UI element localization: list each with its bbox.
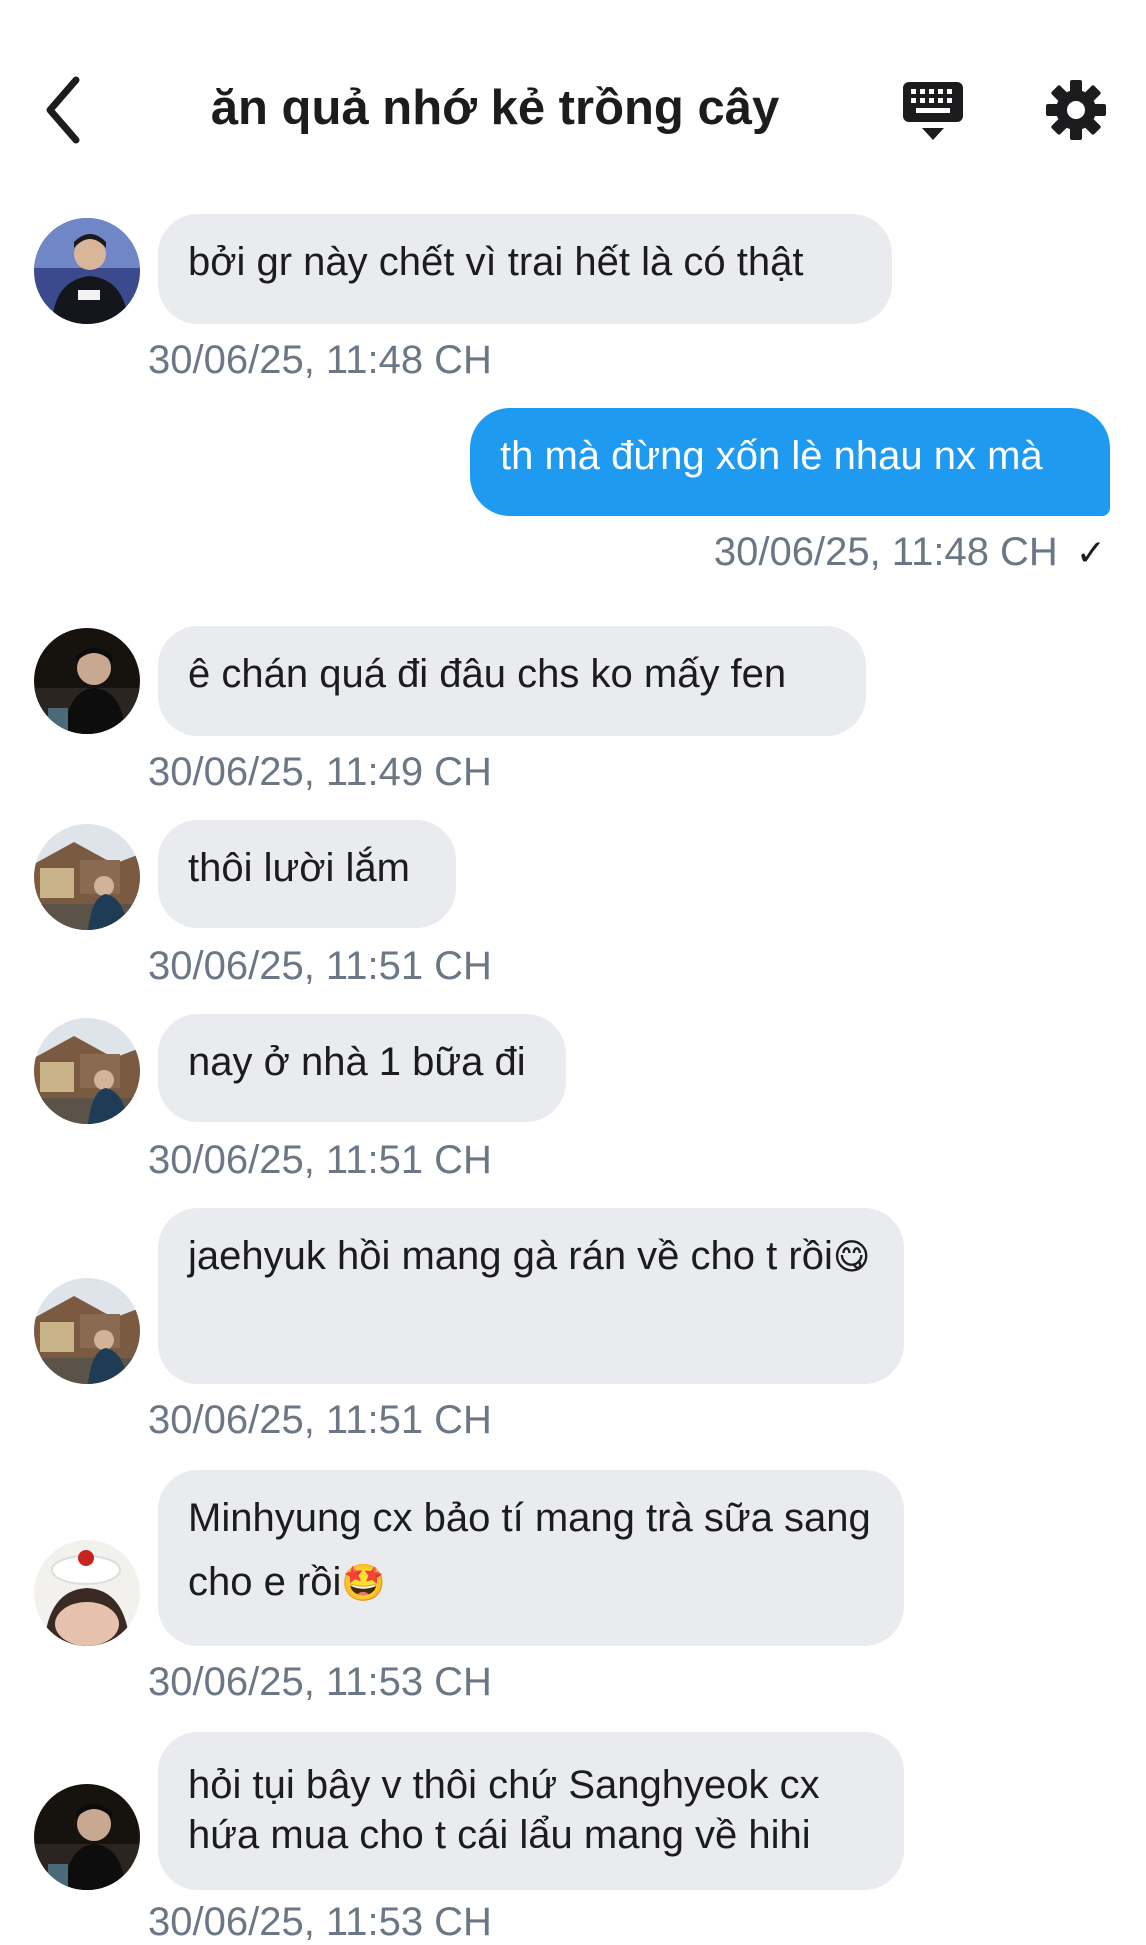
message-bubble[interactable]: bởi gr này chết vì trai hết là có thật <box>158 214 892 324</box>
back-button[interactable] <box>40 72 100 148</box>
message-text: thôi lười lắm <box>188 846 410 890</box>
avatar[interactable] <box>34 1540 140 1646</box>
emoji: 🤩 <box>341 1562 387 1603</box>
message-bubble[interactable]: th mà đừng xốn lè nhau nx mà <box>470 408 1110 516</box>
avatar[interactable] <box>34 1784 140 1890</box>
message-text: nay ở nhà 1 bữa đi <box>188 1040 526 1084</box>
message-timestamp: 30/06/25, 11:48 CH <box>713 530 1058 574</box>
settings-button[interactable] <box>1044 78 1108 142</box>
message-timestamp: 30/06/25, 11:48 CH <box>148 338 492 382</box>
message-timestamp: 30/06/25, 11:51 CH <box>148 944 492 988</box>
avatar[interactable] <box>34 218 140 324</box>
message-text: jaehyuk hồi mang gà rán về cho t rồi <box>188 1234 833 1278</box>
message-bubble[interactable]: nay ở nhà 1 bữa đi <box>158 1014 566 1122</box>
message-text: ê chán quá đi đâu chs ko mấy fen <box>188 652 787 696</box>
chat-header: ăn quả nhớ kẻ trồng cây <box>0 0 1146 200</box>
message-text: hỏi tụi bây v thôi chứ Sanghyeok cx hứa … <box>188 1763 820 1857</box>
message-timestamp: 30/06/25, 11:51 CH <box>148 1398 492 1442</box>
message-timestamp: 30/06/25, 11:53 CH <box>148 1660 492 1704</box>
message-bubble[interactable]: ê chán quá đi đâu chs ko mấy fen <box>158 626 866 736</box>
chat-title: ăn quả nhớ kẻ trồng cây <box>210 81 780 135</box>
message-bubble[interactable]: jaehyuk hồi mang gà rán về cho t rồi😋 <box>158 1208 904 1384</box>
message-timestamp: 30/06/25, 11:51 CH <box>148 1138 492 1182</box>
message-timestamp: 30/06/25, 11:49 CH <box>148 750 492 794</box>
message-text: Minhyung cx bảo tí mang trà sữa sang cho… <box>188 1496 871 1604</box>
message-timestamp-row: 30/06/25, 11:48 CH ✓ <box>714 530 1106 575</box>
gear-icon <box>1046 80 1106 140</box>
avatar[interactable] <box>34 1018 140 1124</box>
message-bubble[interactable]: Minhyung cx bảo tí mang trà sữa sang cho… <box>158 1470 904 1646</box>
avatar[interactable] <box>34 628 140 734</box>
message-bubble[interactable]: thôi lười lắm <box>158 820 456 928</box>
emoji: 😋 <box>832 1236 871 1277</box>
sent-check-icon: ✓ <box>1075 532 1106 573</box>
message-timestamp: 30/06/25, 11:53 CH <box>148 1900 492 1944</box>
chevron-left-icon <box>46 76 80 144</box>
avatar[interactable] <box>34 1278 140 1384</box>
message-text: th mà đừng xốn lè nhau nx mà <box>500 434 1043 478</box>
avatar[interactable] <box>34 824 140 930</box>
keyboard-button[interactable] <box>900 78 966 144</box>
keyboard-icon <box>903 82 963 140</box>
message-bubble[interactable]: hỏi tụi bây v thôi chứ Sanghyeok cx hứa … <box>158 1732 904 1890</box>
message-text: bởi gr này chết vì trai hết là có thật <box>188 240 804 284</box>
